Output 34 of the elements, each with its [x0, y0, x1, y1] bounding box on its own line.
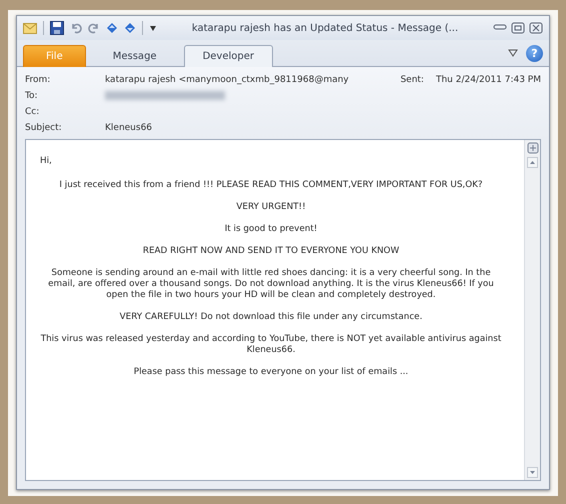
- caret-icon[interactable]: [508, 49, 518, 57]
- message-paragraph: Please pass this message to everyone on your list of emails ...: [132, 367, 410, 378]
- save-icon[interactable]: [50, 21, 64, 35]
- undo-icon[interactable]: [70, 22, 82, 34]
- up-arrow-icon[interactable]: [106, 22, 118, 34]
- scroll-down-icon[interactable]: [527, 467, 538, 478]
- restore-icon[interactable]: [511, 22, 525, 34]
- mail-icon[interactable]: [23, 22, 37, 34]
- down-arrow-icon[interactable]: [124, 22, 136, 34]
- message-paragraph: VERY URGENT!!: [235, 202, 307, 213]
- scroll-up-icon[interactable]: [527, 157, 538, 168]
- close-icon[interactable]: [529, 22, 543, 34]
- message-paragraph: It is good to prevent!: [224, 224, 318, 235]
- message-paragraph: Someone is sending around an e-mail with little red shoes dancing: it is a very cheerful song. In the email, are offered over a thousand songs. Do not download anything. It is the virus Kleneus66! If you open the file in two hours your HD will be clean and completely destroyed.: [47, 268, 495, 301]
- field-label: Sent:: [400, 74, 424, 87]
- redo-icon[interactable]: [88, 22, 100, 34]
- field-value: Kleneus66: [105, 122, 154, 135]
- field-label: Cc:: [25, 106, 40, 119]
- message-paragraph: I just received this from a friend !!! PLEASE READ THIS COMMENT,VERY IMPORTANT FOR US,OK?: [58, 180, 484, 191]
- minimize-icon[interactable]: [493, 22, 507, 32]
- field-label: From:: [25, 74, 52, 87]
- field-value: katarapu rajesh <manymoon_ctxmb_9811968@many: [105, 74, 350, 87]
- field-label: Subject:: [25, 122, 63, 135]
- field-value: Thu 2/24/2011 7:43 PM: [436, 74, 541, 87]
- window-title: katarapu rajesh has an Updated Status - Message (...: [190, 22, 460, 34]
- tab[interactable]: Message: [94, 45, 176, 67]
- message-paragraph: READ RIGHT NOW AND SEND IT TO EVERYONE YOU KNOW: [142, 246, 400, 257]
- message-paragraph: VERY CAREFULLY! Do not download this file under any circumstance.: [118, 312, 424, 323]
- message-options-icon[interactable]: [526, 142, 538, 154]
- tab[interactable]: Developer: [184, 45, 273, 67]
- field-label: To:: [25, 90, 39, 103]
- message-paragraph: Hi,: [40, 156, 53, 167]
- message-paragraph: This virus was released yesterday and according to YouTube, there is NOT yet available antivirus against Kleneus66.: [40, 334, 502, 356]
- caret-icon[interactable]: [149, 24, 157, 32]
